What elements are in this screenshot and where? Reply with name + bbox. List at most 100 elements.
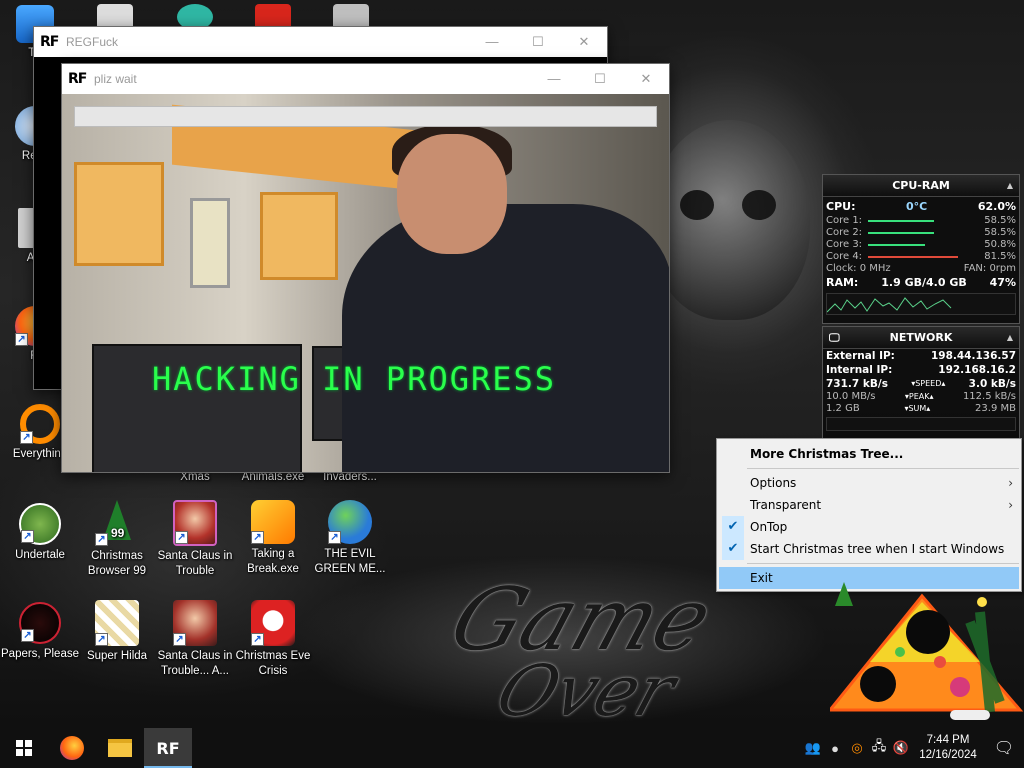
taskbar-regfuck[interactable]: RF [144,728,192,768]
minimize-button[interactable]: — [469,27,515,57]
everything-search-icon: ↗ [20,404,60,444]
peak-up: 112.5 kB/s [962,391,1016,402]
speed-up: 3.0 kB/s [968,378,1016,390]
desktop-icon-santa-claus-2[interactable]: ↗ Santa Claus in Trouble... A... [155,600,235,679]
taskbar-firefox[interactable] [48,728,96,768]
hacking-video: HACKING IN PROGRESS [62,94,669,472]
cpu-temp: 0°C [906,200,928,213]
notification-icon[interactable]: 🗨 [984,738,1024,758]
desktop-icon-taking-a-break[interactable]: ↗ Taking a Break.exe [233,500,313,577]
pliz-wait-window[interactable]: RF pliz wait — ☐ ✕ HACKING IN PROGRESS [61,63,670,473]
ram-label: RAM: [826,276,859,289]
core-3-label: Core 3: [826,239,863,250]
ram-percent: 47% [989,276,1016,289]
fan-readout: FAN: 0rpm [963,263,1016,274]
network-gadget[interactable]: 🖵 NETWORK ▲ External IP: 198.44.136.57 Inte… [822,326,1020,440]
peak-down: 10.0 MB/s [826,391,876,402]
maximize-button[interactable]: ☐ [577,64,623,94]
rf-app-icon: RF [40,34,59,50]
folder-icon [108,739,132,757]
undertale-icon: ↗ [19,503,61,545]
clock-date: 12/16/2024 [919,749,977,761]
drop-icon[interactable]: ● [824,741,846,756]
core-1-value: 58.5% [984,215,1016,226]
desktop-icon-christmas-eve-crisis[interactable]: ↗ Christmas Eve Crisis [233,600,313,679]
search-tray-icon[interactable]: ◎ [846,740,868,756]
progress-bar [74,106,657,127]
menu-separator [747,468,1019,469]
maximize-button[interactable]: ☐ [515,27,561,57]
hacking-overlay-text: HACKING IN PROGRESS [152,360,557,398]
tray-context-menu[interactable]: More Christmas Tree... Options › Transpa… [716,438,1022,592]
desktop-icon-super-hilda[interactable]: ↗ Super Hilda [77,600,157,664]
christmas-browser-icon: 99 ↗ [95,500,139,546]
santa-claus-2-icon: ↗ [173,600,217,646]
menu-item-options[interactable]: Options › [717,472,1021,494]
monitor-icon: 🖵 [829,331,840,344]
papers-please-icon: ↗ [19,602,61,644]
rf-app-icon: RF [68,71,87,87]
chevron-right-icon: › [1008,498,1013,512]
taking-a-break-icon: ↗ [251,500,295,544]
checkmark-icon: ✔ [722,538,744,560]
network-history-graph [826,417,1016,431]
skull-artwork [650,120,810,320]
ram-usage: 1.9 GB/4.0 GB [881,276,967,289]
regfuck-title: REGFuck [66,35,119,49]
close-button[interactable]: ✕ [623,64,669,94]
windows-logo-icon [16,740,32,756]
menu-item-start-with-windows[interactable]: ✔ Start Christmas tree when I start Wind… [717,538,1021,560]
cpu-usage: 62.0% [977,200,1016,213]
regfuck-titlebar[interactable]: RF REGFuck — ☐ ✕ [34,27,607,57]
pliz-wait-titlebar[interactable]: RF pliz wait — ☐ ✕ [62,64,669,94]
core-2-label: Core 2: [826,227,863,238]
chevron-right-icon: › [1008,476,1013,490]
core-2-value: 58.5% [984,227,1016,238]
checkmark-icon: ✔ [722,516,744,538]
christmas-eve-crisis-icon: ↗ [251,600,295,646]
core-4-value: 81.5% [984,251,1016,262]
volume-muted-icon[interactable]: 🔇 [890,740,912,756]
desktop-icon-christmas-browser[interactable]: 99 ↗ Christmas Browser 99 [77,500,157,579]
firefox-icon [60,736,84,760]
close-button[interactable]: ✕ [561,27,607,57]
desktop-icon-evil-green[interactable]: ↗ THE EVIL GREEN ME... [310,500,390,577]
wallpaper-text-over: Over [486,650,686,728]
peak-label: PEAK [908,392,930,401]
pliz-wait-title: pliz wait [94,72,137,86]
sum-up: 23.9 MB [975,403,1016,414]
system-tray: 👥 ● ◎ 🖧 🔇 7:44 PM 12/16/2024 🗨 [802,728,1024,768]
menu-item-more-christmas-tree[interactable]: More Christmas Tree... [717,443,1021,465]
desktop-icon-undertale[interactable]: ↗ Undertale [0,503,80,563]
taskbar: RF 👥 ● ◎ 🖧 🔇 7:44 PM 12/16/2024 🗨 [0,728,1024,768]
desktop-icon-santa-claus[interactable]: ↗ Santa Claus in Trouble [155,500,235,579]
tree-cursor-icon [835,582,853,606]
core-4-label: Core 4: [826,251,863,262]
core-3-value: 50.8% [984,239,1016,250]
cpu-ram-title: CPU-RAM [892,179,950,192]
menu-separator [747,563,1019,564]
minimize-button[interactable]: — [531,64,577,94]
evil-green-icon: ↗ [328,500,372,544]
menu-item-transparent[interactable]: Transparent › [717,494,1021,516]
clock-readout: Clock: 0 MHz [826,263,891,274]
menu-item-exit[interactable]: Exit [719,567,1019,589]
menu-item-ontop[interactable]: ✔ OnTop [717,516,1021,538]
sum-down: 1.2 GB [826,403,860,414]
christmas-tree-widget[interactable] [826,592,1024,728]
rf-app-icon: RF [156,738,180,758]
sum-label: SUM [908,404,927,413]
core-1-label: Core 1: [826,215,863,226]
people-icon[interactable]: 👥 [802,740,824,756]
start-button[interactable] [0,728,48,768]
clock-time: 7:44 PM [926,734,970,746]
taskbar-file-explorer[interactable] [96,728,144,768]
clock[interactable]: 7:44 PM 12/16/2024 [912,733,984,763]
cpu-ram-gadget[interactable]: CPU-RAM ▲ CPU: 0°C 62.0% Core 1: 58.5% Cor… [822,174,1020,324]
cpu-label: CPU: [826,200,856,213]
speed-down: 731.7 kB/s [826,378,888,390]
network-title: NETWORK [889,331,953,344]
network-icon[interactable]: 🖧 [868,737,890,759]
speed-label: SPEED [915,379,942,388]
desktop-icon-papers-please[interactable]: ↗ Papers, Please [0,602,80,662]
